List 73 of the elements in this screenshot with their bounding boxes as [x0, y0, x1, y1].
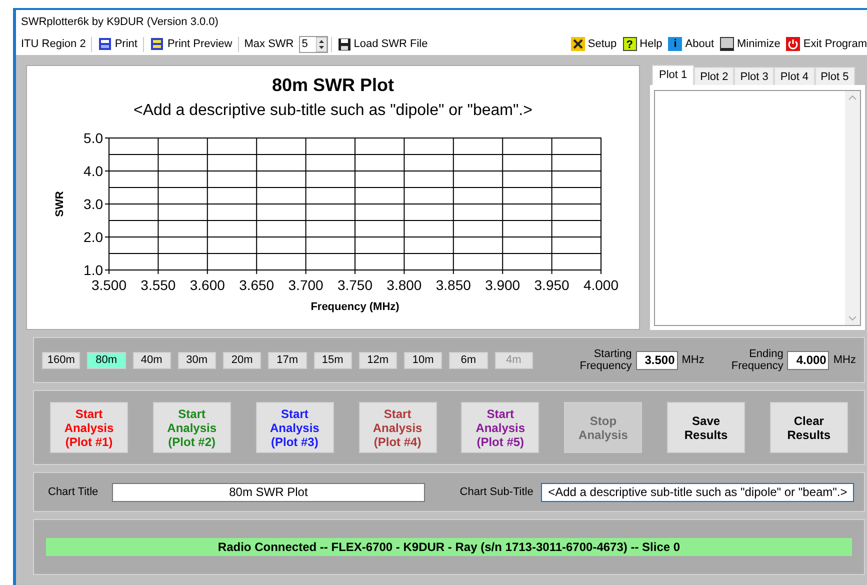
x-tick-label: 3.550: [140, 277, 176, 293]
unit-label: MHz: [833, 354, 856, 366]
max-swr-spinner[interactable]: 5: [298, 36, 328, 52]
field-label: Chart Sub-Title: [460, 486, 534, 498]
plot-tab[interactable]: Plot 3: [734, 67, 774, 85]
y-tick-label: 4.0: [84, 163, 103, 179]
plot-tab[interactable]: Plot 4: [774, 67, 815, 85]
action-button[interactable]: Start Analysis (Plot #5): [461, 402, 540, 453]
toolbar-button[interactable]: Load SWR File: [334, 38, 431, 50]
print-preview-icon: [150, 37, 164, 51]
x-tick-label: 3.750: [337, 277, 373, 293]
spin-arrows-icon: [316, 36, 327, 52]
field-label: Chart Title: [48, 486, 98, 498]
scrollbar[interactable]: [845, 91, 860, 325]
band-button[interactable]: 160m: [42, 352, 80, 368]
frequency-field[interactable]: 3.500: [636, 350, 678, 370]
chart-subtitle: <Add a descriptive sub-title such as "dipole" or "beam".>: [134, 102, 532, 120]
frequency-label: Ending Frequency: [730, 348, 784, 372]
band-button[interactable]: 80m: [87, 352, 126, 368]
plot-tab[interactable]: Plot 1: [652, 65, 694, 85]
frequency-label: Starting Frequency: [578, 348, 632, 372]
toolbar-button[interactable]: Exit Program: [783, 37, 867, 51]
x-tick-label: 3.950: [534, 277, 570, 293]
x-tick-label: 4.000: [583, 277, 619, 293]
status-bar: Radio Connected -- FLEX-6700 - K9DUR - Ray (s/n 1713-3011-6700-4673) -- Slice 0: [46, 538, 852, 556]
x-tick-label: 3.600: [190, 277, 225, 293]
x-tick-label: 3.850: [436, 277, 471, 293]
y-tick-label: 2.0: [84, 229, 103, 245]
band-button[interactable]: 10m: [404, 352, 442, 368]
title-field[interactable]: <Add a descriptive sub-title such as "dipole" or "beam".>: [541, 482, 854, 502]
y-axis-title: SWR: [54, 191, 66, 217]
action-button[interactable]: Clear Results: [770, 402, 848, 453]
printer-icon: [98, 37, 112, 51]
action-button[interactable]: Start Analysis (Plot #4): [358, 402, 437, 453]
plot-tab[interactable]: Plot 2: [694, 67, 734, 85]
title-field[interactable]: 80m SWR Plot: [112, 482, 425, 502]
toolbar-button[interactable]: ? Help: [620, 37, 666, 51]
toolbar-button[interactable]: i About: [665, 37, 718, 51]
x-tick-label: 3.500: [91, 277, 127, 293]
toolbar-button[interactable]: Print: [94, 37, 140, 51]
band-button[interactable]: 30m: [178, 352, 216, 368]
toolbar-button[interactable]: Setup: [568, 37, 620, 51]
band-button[interactable]: 20m: [223, 352, 262, 368]
scroll-down-icon: [848, 316, 857, 321]
band-button[interactable]: 6m: [449, 352, 488, 368]
info-icon: i: [668, 37, 682, 51]
x-tick-label: 3.900: [485, 277, 520, 293]
frequency-field[interactable]: 4.000: [787, 350, 830, 370]
band-button[interactable]: 40m: [132, 352, 171, 368]
max-swr-label: Max SWR: [243, 38, 295, 50]
help-icon: ?: [622, 37, 637, 51]
band-button[interactable]: 17m: [268, 352, 306, 368]
y-tick-label: 3.0: [84, 196, 103, 212]
x-axis-title: Frequency (MHz): [310, 301, 400, 313]
band-button[interactable]: 15m: [314, 352, 352, 368]
minimize-icon: [720, 37, 734, 51]
scroll-up-icon: [848, 95, 857, 100]
action-button[interactable]: Start Analysis (Plot #3): [256, 402, 334, 453]
region-label: ITU Region 2: [20, 38, 87, 50]
toolbar-button[interactable]: Print Preview: [147, 37, 236, 51]
x-tick-label: 3.800: [386, 277, 422, 293]
unit-label: MHz: [682, 354, 704, 366]
toolbar-button[interactable]: Minimize: [717, 37, 784, 51]
y-tick-label: 5.0: [84, 130, 103, 146]
power-icon: [786, 37, 800, 51]
band-button[interactable]: 12m: [358, 352, 397, 368]
x-tick-label: 3.700: [288, 277, 324, 293]
x-tick-label: 3.650: [239, 277, 274, 293]
plot-tab[interactable]: Plot 5: [814, 67, 855, 85]
action-button[interactable]: Save Results: [667, 402, 746, 453]
window-title: SWRplotter6k by K9DUR (Version 3.0.0): [21, 16, 218, 28]
y-tick-label: 1.0: [84, 262, 103, 278]
chart-title: 80m SWR Plot: [272, 75, 394, 96]
